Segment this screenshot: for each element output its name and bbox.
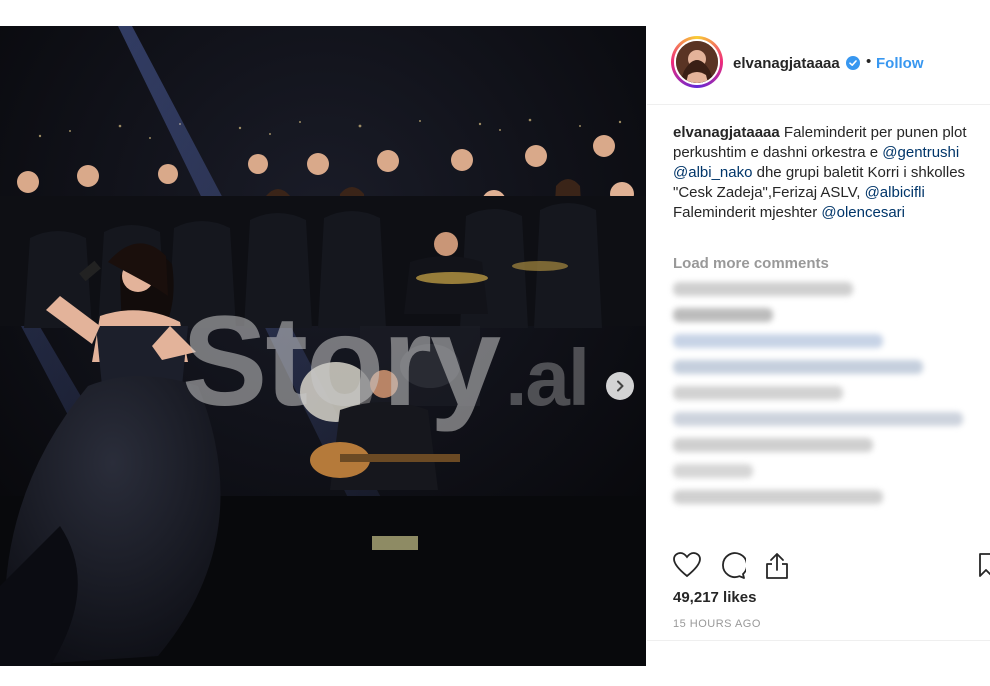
blurred-comment bbox=[673, 464, 753, 478]
blurred-comment bbox=[673, 282, 853, 296]
post-timestamp[interactable]: 15 HOURS AGO bbox=[673, 618, 761, 630]
avatar-image bbox=[676, 41, 718, 83]
post-panel: elvanagjataaaa • Follow elvanagjataaaa F… bbox=[647, 26, 990, 666]
blurred-comment bbox=[673, 308, 773, 322]
separator-dot: • bbox=[866, 53, 872, 70]
share-icon[interactable] bbox=[764, 552, 790, 580]
mention-albicifli[interactable]: @albicifli bbox=[865, 184, 925, 201]
heart-icon[interactable] bbox=[673, 552, 701, 578]
comment-icon[interactable] bbox=[718, 552, 746, 580]
blurred-comments bbox=[673, 282, 973, 516]
post-username[interactable]: elvanagjataaaa bbox=[733, 55, 840, 72]
blurred-comment bbox=[673, 490, 883, 504]
bottom-strip bbox=[0, 666, 990, 686]
caption-text-3: Faleminderit mjeshter bbox=[673, 204, 822, 221]
blurred-comment bbox=[673, 334, 883, 348]
mention-olencesari[interactable]: @olencesari bbox=[821, 204, 905, 221]
blurred-comment bbox=[673, 386, 843, 400]
load-more-comments[interactable]: Load more comments bbox=[673, 255, 829, 272]
blurred-comment bbox=[673, 360, 923, 374]
caption: elvanagjataaaa Faleminderit per punen pl… bbox=[673, 123, 983, 223]
blurred-comment bbox=[673, 412, 963, 426]
mention-albi-nako[interactable]: @albi_nako bbox=[673, 164, 752, 181]
avatar[interactable] bbox=[674, 39, 720, 85]
bookmark-icon[interactable] bbox=[978, 552, 990, 580]
avatar-ring[interactable] bbox=[671, 36, 723, 88]
likes-count[interactable]: 49,217 likes bbox=[673, 589, 756, 606]
caption-username[interactable]: elvanagjataaaa bbox=[673, 124, 780, 141]
top-strip bbox=[0, 0, 990, 26]
chevron-right-icon bbox=[617, 380, 624, 392]
follow-button[interactable]: Follow bbox=[876, 55, 924, 72]
next-image-button[interactable] bbox=[606, 372, 634, 400]
blurred-comment bbox=[673, 438, 873, 452]
mention-gentrushi[interactable]: @gentrushi bbox=[882, 144, 959, 161]
divider bbox=[647, 640, 990, 641]
post-photo[interactable]: Story.al bbox=[0, 26, 646, 666]
action-bar bbox=[673, 552, 990, 582]
post-header: elvanagjataaaa • Follow bbox=[647, 26, 990, 105]
verified-badge-icon bbox=[846, 56, 860, 70]
concert-scene bbox=[0, 26, 646, 666]
